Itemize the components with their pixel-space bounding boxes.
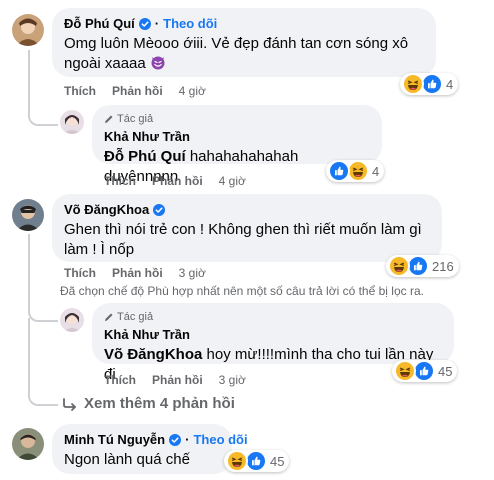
reaction-count: 45 (270, 453, 285, 469)
reply-bubble: Tác giả Khả Như Trần Đỗ Phú Quí hahahaha… (92, 105, 382, 185)
like-reaction-icon (328, 160, 350, 182)
reply-thread-line (28, 318, 58, 406)
reply-bubble: Tác giả Khả Như Trần Võ ĐăngKhoa hoy mừ!… (92, 303, 454, 383)
like-button[interactable]: Thích (64, 83, 96, 99)
comment-text: Ngon lành quá chế (64, 451, 190, 468)
haha-reaction-icon (402, 73, 424, 95)
reply-arrow-icon (63, 398, 76, 411)
haha-reaction-icon (394, 360, 416, 382)
follow-button[interactable]: Theo dõi (193, 432, 247, 448)
reaction-summary[interactable]: 4 (326, 160, 385, 182)
comment-author-name[interactable]: Đỗ Phú Quí (64, 16, 135, 32)
reaction-summary[interactable]: 45 (392, 360, 458, 382)
comment-bubble: Minh Tú Nguyễn · Theo dõi Ngon lành quá … (52, 424, 248, 474)
reaction-count: 45 (438, 363, 453, 379)
pencil-icon (105, 313, 113, 321)
author-tag: Tác giả (104, 310, 442, 324)
reply-actions: Thích Phản hồi 4 giờ (104, 173, 246, 189)
pencil-icon (105, 115, 113, 123)
reply-author-name[interactable]: Khả Như Trần (104, 129, 190, 145)
reply-time[interactable]: 3 giờ (219, 372, 246, 388)
verified-badge-icon (169, 434, 181, 446)
comment-actions: Thích Phản hồi 4 giờ (64, 83, 206, 99)
like-button[interactable]: Thích (104, 372, 136, 388)
comment-time[interactable]: 4 giờ (179, 83, 206, 99)
reply-button[interactable]: Phản hồi (152, 372, 203, 388)
haha-reaction-icon (226, 450, 248, 472)
like-reaction-icon (421, 73, 443, 95)
like-reaction-icon (413, 360, 435, 382)
view-more-replies-link[interactable]: Xem thêm 4 phản hồi (62, 394, 235, 414)
comment-time[interactable]: 3 giờ (179, 265, 206, 281)
separator-dot: · (185, 432, 190, 447)
reaction-summary[interactable]: 45 (224, 450, 290, 472)
separator-dot: · (154, 16, 160, 31)
avatar[interactable] (60, 308, 84, 332)
like-reaction-icon (245, 450, 267, 472)
avatar[interactable] (12, 199, 44, 231)
author-tag: Tác giả (104, 112, 370, 126)
like-button[interactable]: Thích (64, 265, 96, 281)
reply-button[interactable]: Phản hồi (112, 83, 163, 99)
avatar[interactable] (12, 14, 44, 46)
reaction-summary[interactable]: 4 (400, 73, 459, 95)
reaction-count: 4 (372, 163, 380, 179)
verified-badge-icon (153, 204, 165, 216)
follow-button[interactable]: Theo dõi (163, 16, 217, 32)
comment-bubble: Võ ĐăngKhoa Ghen thì nói trẻ con ! Không… (52, 194, 442, 262)
haha-reaction-icon (388, 255, 410, 277)
verified-badge-icon (139, 18, 151, 30)
reply-actions: Thích Phản hồi 3 giờ (104, 372, 246, 388)
comment-bubble: Đỗ Phú Quí · Theo dõi Omg luôn Mèooo ớii… (52, 8, 436, 77)
like-reaction-icon (407, 255, 429, 277)
reply-thread-line (28, 234, 58, 322)
filter-note: Đã chọn chế độ Phù hợp nhất nên một số c… (60, 284, 424, 298)
purple-devil-emoji-icon (151, 56, 165, 70)
reaction-count: 4 (446, 76, 454, 92)
like-button[interactable]: Thích (104, 173, 136, 189)
mention-link[interactable]: Võ ĐăngKhoa (104, 346, 202, 363)
avatar[interactable] (12, 428, 44, 460)
reply-button[interactable]: Phản hồi (112, 265, 163, 281)
comment-author-name[interactable]: Võ ĐăngKhoa (64, 202, 149, 218)
comment-text: Ghen thì nói trẻ con ! Không ghen thì ri… (64, 221, 422, 258)
avatar[interactable] (60, 110, 84, 134)
comment-author-name[interactable]: Minh Tú Nguyễn (64, 432, 165, 448)
mention-link[interactable]: Đỗ Phú Quí (104, 148, 186, 165)
reply-thread-line (28, 50, 58, 126)
reaction-count: 216 (432, 258, 454, 274)
comment-text: Omg luôn Mèooo ớiii. Vẻ đẹp đánh tan cơn… (64, 35, 409, 72)
reply-button[interactable]: Phản hồi (152, 173, 203, 189)
comment-actions: Thích Phản hồi 3 giờ (64, 265, 206, 281)
reaction-summary[interactable]: 216 (386, 255, 459, 277)
reply-time[interactable]: 4 giờ (219, 173, 246, 189)
haha-reaction-icon (347, 160, 369, 182)
reply-author-name[interactable]: Khả Như Trần (104, 327, 190, 343)
